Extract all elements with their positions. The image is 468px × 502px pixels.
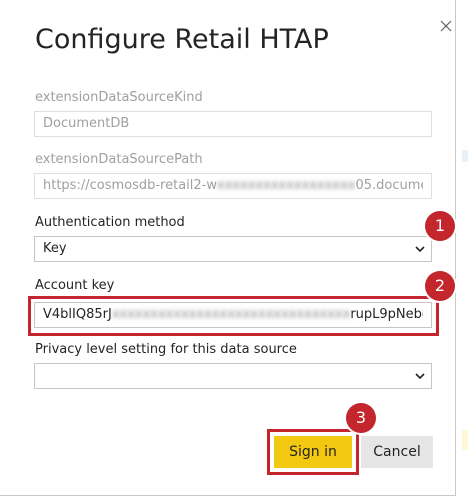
close-icon[interactable] (437, 17, 455, 35)
cancel-button[interactable]: Cancel (361, 436, 433, 468)
callout-badge-3: 3 (346, 403, 376, 433)
configure-dialog: Configure Retail HTAP extensionDataSourc… (0, 0, 456, 496)
privacy-select[interactable] (34, 363, 432, 389)
chevron-down-icon (415, 373, 425, 380)
background-fragment (462, 430, 468, 450)
kind-field: DocumentDB (34, 111, 432, 137)
sign-in-highlight (267, 429, 359, 475)
auth-label: Authentication method (35, 215, 185, 230)
path-value-redacted: xxxxxxxxxxxxxxxxxx (217, 178, 356, 193)
kind-label: extensionDataSourceKind (35, 90, 203, 105)
callout-badge-2: 2 (425, 271, 455, 301)
path-value-start: https://cosmosdb-retail2-w (43, 178, 217, 193)
auth-select[interactable]: Key (34, 236, 432, 262)
background-window (456, 0, 468, 502)
background-fragment (462, 150, 468, 162)
auth-value: Key (43, 241, 67, 256)
path-value: https://cosmosdb-retail2-wxxxxxxxxxxxxxx… (43, 174, 423, 198)
dialog-title: Configure Retail HTAP (35, 24, 329, 55)
account-key-highlight (28, 296, 439, 336)
kind-value: DocumentDB (43, 116, 130, 131)
path-label: extensionDataSourcePath (35, 152, 203, 167)
path-field: https://cosmosdb-retail2-wxxxxxxxxxxxxxx… (34, 173, 432, 199)
account-key-label: Account key (35, 278, 115, 293)
path-value-end: 05.documents.azure.c (355, 178, 423, 193)
chevron-down-icon (415, 246, 425, 253)
callout-badge-1: 1 (425, 211, 455, 241)
privacy-label: Privacy level setting for this data sour… (35, 342, 297, 357)
